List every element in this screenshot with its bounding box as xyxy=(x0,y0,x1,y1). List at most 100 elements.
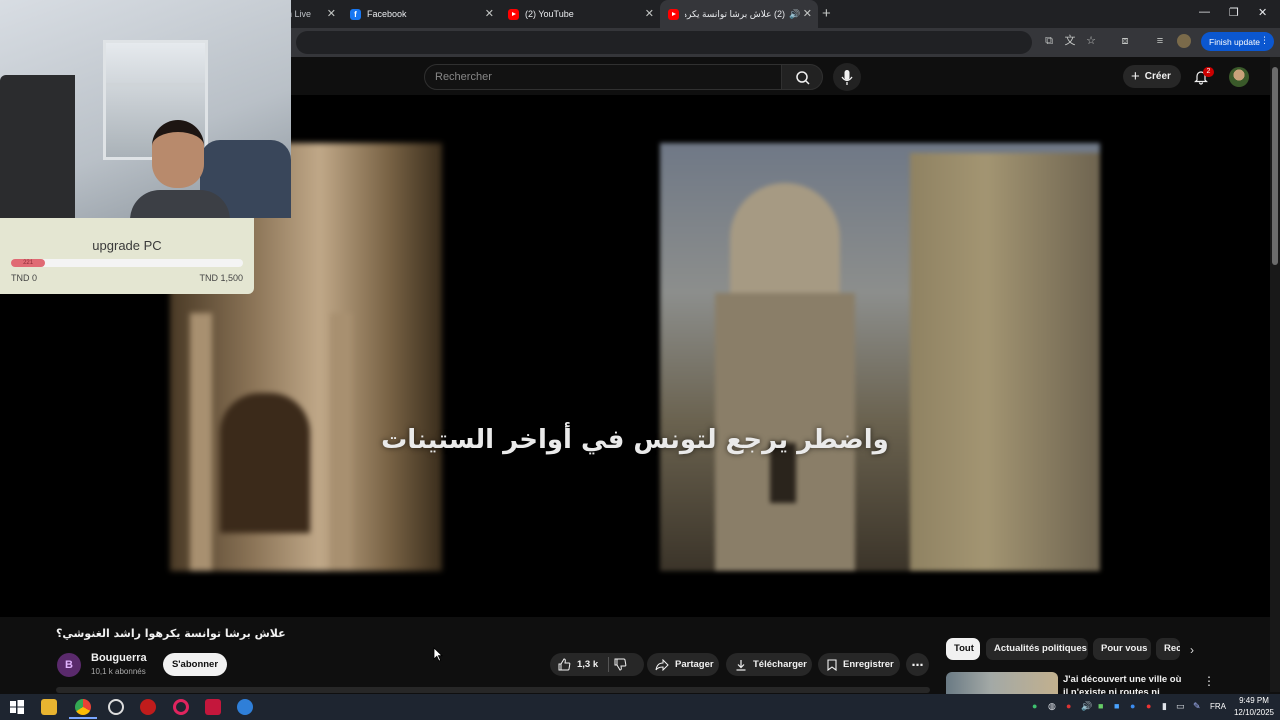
more-actions-button[interactable]: ⋯ xyxy=(906,653,929,676)
chip-actualites-politiques[interactable]: Actualités politiques xyxy=(986,638,1088,660)
tab-current-video[interactable]: (2) علاش برشا توانسة يكرهوا! 🔊 ✕ xyxy=(660,0,818,28)
tray-app-icon[interactable]: ● xyxy=(1032,701,1037,711)
close-tab-icon[interactable]: ✕ xyxy=(803,7,812,20)
tray-record-icon[interactable]: ● xyxy=(1146,701,1151,711)
speaker-icon[interactable]: 🔊 xyxy=(789,9,800,20)
tab-title: (2) YouTube xyxy=(525,9,574,19)
chip-pour-vous[interactable]: Pour vous xyxy=(1093,638,1151,660)
goal-max-label: TND 1,500 xyxy=(199,273,243,283)
close-tab-icon[interactable]: ✕ xyxy=(327,7,336,20)
bookmark-star-icon[interactable]: ☆ xyxy=(1084,34,1098,48)
close-window-icon[interactable]: ✕ xyxy=(1258,6,1267,19)
obs-icon[interactable] xyxy=(108,699,124,715)
media-control-icon[interactable]: ≡ xyxy=(1153,34,1167,48)
profile-avatar[interactable] xyxy=(1177,34,1191,48)
clock-time[interactable]: 9:49 PM xyxy=(1233,696,1275,705)
search-placeholder: Rechercher xyxy=(435,71,492,83)
account-avatar[interactable] xyxy=(1229,67,1249,87)
network-icon[interactable]: ▭ xyxy=(1176,701,1185,712)
goal-progress-fill: 221 xyxy=(11,259,46,267)
minimize-icon[interactable]: — xyxy=(1199,6,1210,18)
extensions-icon[interactable]: ⧈ xyxy=(1118,34,1132,48)
chip-tout[interactable]: Tout xyxy=(946,638,980,660)
kebab-menu-icon: ⋮ xyxy=(1260,35,1269,45)
download-button[interactable]: Télécharger xyxy=(726,653,812,676)
tab-facebook[interactable]: f Facebook ✕ xyxy=(342,0,500,28)
youtube-icon xyxy=(668,8,679,20)
page-scrollbar[interactable] xyxy=(1270,57,1280,692)
app-pink-icon[interactable] xyxy=(205,699,221,715)
windows-start-icon[interactable] xyxy=(9,699,25,715)
save-label: Enregistrer xyxy=(843,659,894,670)
address-bar[interactable] xyxy=(296,31,1032,54)
tray-app-icon-3[interactable]: ● xyxy=(1130,701,1135,711)
close-tab-icon[interactable]: ✕ xyxy=(485,7,494,20)
app-red-icon[interactable] xyxy=(140,699,156,715)
new-tab-icon[interactable]: + xyxy=(822,5,831,22)
chip-partial[interactable]: Rec xyxy=(1156,638,1180,660)
video-frame-right-building xyxy=(660,143,1100,571)
channel-avatar[interactable]: B xyxy=(57,653,81,677)
facebook-icon: f xyxy=(350,8,361,20)
youtube-icon xyxy=(508,8,519,20)
goal-progress-track: 221 xyxy=(11,259,243,267)
kebab-menu-icon[interactable]: ⋮ xyxy=(1203,674,1215,688)
recommendation-title[interactable]: J'ai découvert une ville où il n'existe … xyxy=(1063,673,1188,694)
search-icon xyxy=(796,71,810,85)
bookmark-icon xyxy=(827,658,837,671)
create-button[interactable]: + Créer xyxy=(1123,65,1181,88)
finish-update-button[interactable]: Finish update ⋮ xyxy=(1201,32,1274,51)
download-icon xyxy=(736,659,746,671)
translate-icon[interactable]: 文 xyxy=(1063,34,1077,48)
tray-nvidia-icon[interactable]: ■ xyxy=(1098,701,1103,711)
like-count: 1,3 k xyxy=(577,659,599,670)
webcam-overlay xyxy=(0,0,291,218)
subscriber-count: 10,1 k abonnés xyxy=(91,667,146,676)
create-label: Créer xyxy=(1144,71,1171,82)
tray-pen-icon[interactable]: ✎ xyxy=(1193,701,1201,712)
notification-count-badge: 2 xyxy=(1203,67,1214,77)
subscribe-button[interactable]: S'abonner xyxy=(163,653,227,676)
language-indicator[interactable]: FRA xyxy=(1210,702,1226,711)
tab-youtube[interactable]: (2) YouTube ✕ xyxy=(500,0,660,28)
voice-search-button[interactable] xyxy=(833,63,861,91)
chevron-right-icon[interactable]: › xyxy=(1190,643,1194,657)
like-button[interactable]: 1,3 k xyxy=(550,653,644,676)
active-app-indicator xyxy=(69,717,97,719)
search-button[interactable] xyxy=(781,64,823,90)
restore-icon[interactable]: ❐ xyxy=(1229,6,1239,19)
app-blue-globe-icon[interactable] xyxy=(237,699,253,715)
share-button[interactable]: Partager xyxy=(647,653,719,676)
share-label: Partager xyxy=(675,659,714,670)
search-input[interactable]: Rechercher xyxy=(424,64,782,90)
tab-title: (2) علاش برشا توانسة يكرهوا! xyxy=(685,8,785,19)
file-explorer-icon[interactable] xyxy=(41,699,57,715)
close-tab-icon[interactable]: ✕ xyxy=(645,7,654,20)
volume-icon[interactable]: 🔊 xyxy=(1081,701,1092,712)
tray-mic-muted-icon[interactable]: ● xyxy=(1066,701,1071,711)
plus-icon: + xyxy=(1131,67,1140,85)
channel-name[interactable]: Bouguerra xyxy=(91,652,147,664)
opera-icon[interactable] xyxy=(173,699,189,715)
video-subtitle: واضطر يرجع لتونس في أواخر الستينات xyxy=(381,425,889,455)
install-app-icon[interactable]: ⧉ xyxy=(1042,34,1056,48)
tab-title: Facebook xyxy=(367,9,407,19)
clock-date[interactable]: 12/10/2025 xyxy=(1233,708,1275,717)
tray-app-icon-2[interactable]: ■ xyxy=(1114,701,1119,711)
goal-min-label: TND 0 xyxy=(11,273,38,283)
recommendation-thumbnail[interactable] xyxy=(946,672,1058,694)
save-button[interactable]: Enregistrer xyxy=(818,653,900,676)
donation-goal-widget: upgrade PC 221 TND 0 TND 1,500 xyxy=(0,218,254,294)
mouse-cursor-icon xyxy=(433,647,443,662)
finish-update-label: Finish update xyxy=(1209,36,1261,47)
more-horizontal-icon: ⋯ xyxy=(911,657,924,672)
share-icon xyxy=(655,658,669,671)
thumbs-down-icon[interactable] xyxy=(614,658,627,671)
thumbs-up-icon xyxy=(558,658,571,671)
goal-title: upgrade PC xyxy=(92,238,162,253)
tray-steam-icon[interactable]: ◍ xyxy=(1048,701,1056,712)
tray-mic-icon[interactable]: ▮ xyxy=(1162,701,1167,712)
scrollbar-thumb[interactable] xyxy=(1272,67,1278,265)
microphone-icon xyxy=(841,70,853,85)
chrome-icon[interactable] xyxy=(75,699,91,715)
